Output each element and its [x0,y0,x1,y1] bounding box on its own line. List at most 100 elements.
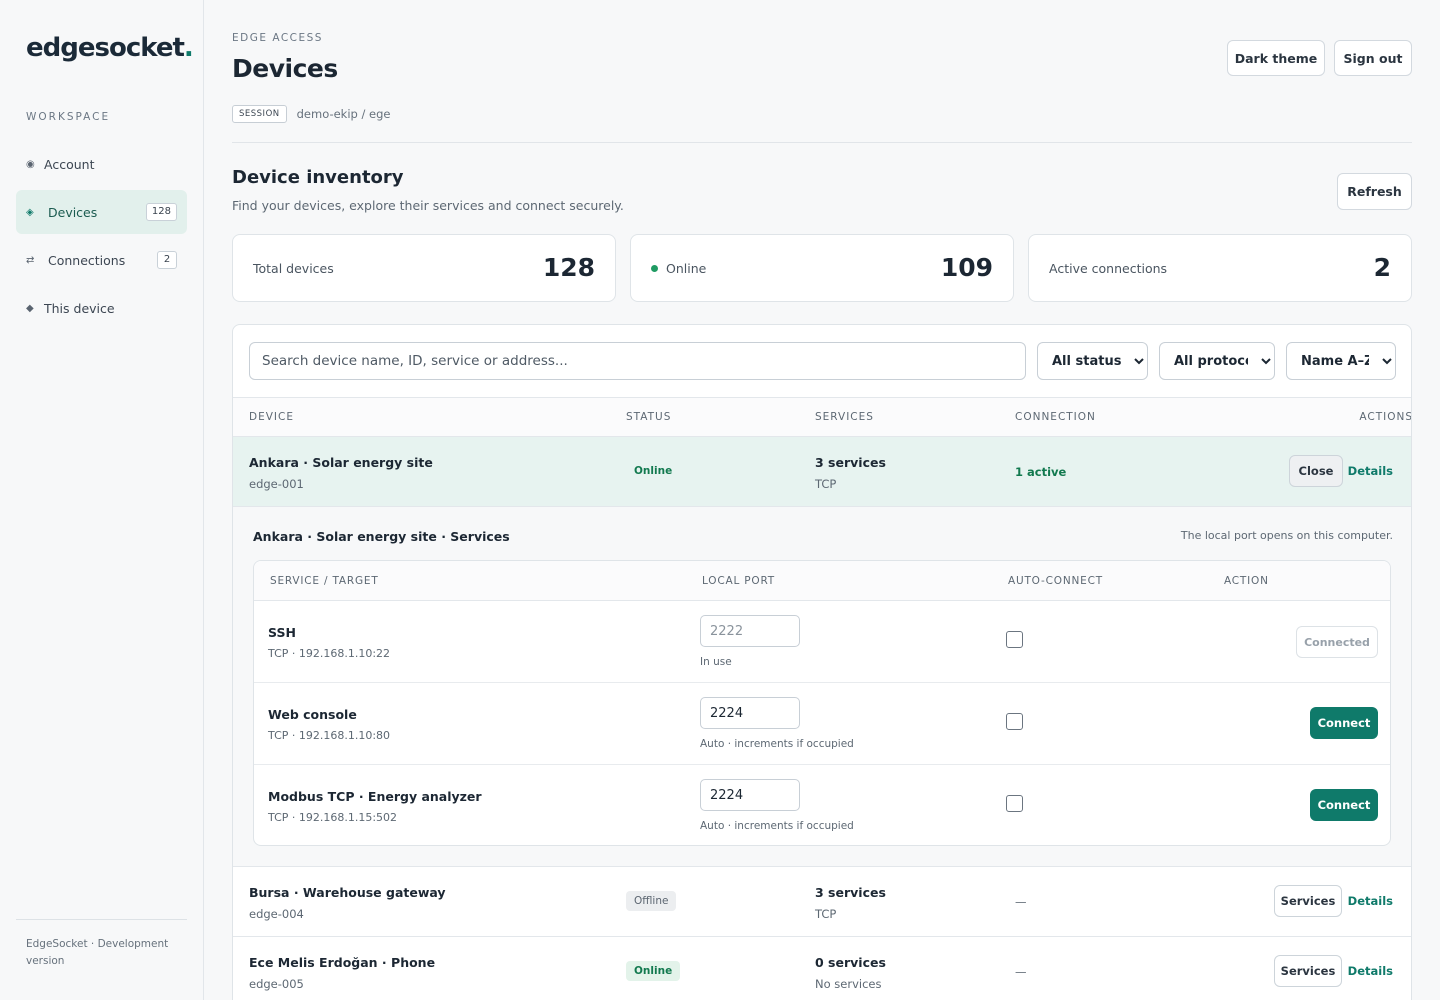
device-id: edge-001 [249,477,304,491]
port-hint: Auto · increments if occupied [700,820,854,832]
stat-label: Active connections [1049,261,1168,276]
sidebar-item-account[interactable]: ◉ Account [16,142,187,186]
detail-title: Ankara · Solar energy site · Services [253,529,510,544]
details-link[interactable]: Details [1348,964,1393,978]
col-connection: CONNECTION [1015,411,1096,423]
local-port-input[interactable] [700,615,800,647]
col-actions: ACTIONS [1359,411,1412,423]
col-services: SERVICES [815,411,874,423]
service-protocol: TCP [815,477,837,491]
refresh-button[interactable]: Refresh [1337,173,1412,210]
devices-count-badge: 128 [145,203,177,221]
session-value: demo-ekip / ege [296,107,391,121]
status-filter-select[interactable]: All statuses [1037,342,1148,380]
service-count: 0 services [815,955,886,970]
device-table-panel: All statuses All protocols Name A–Z DEVI… [232,324,1412,1000]
page-title: Devices [232,54,338,83]
stat-label: Total devices [253,261,334,276]
service-name: Modbus TCP · Energy analyzer [268,789,482,804]
session-tag: SESSION [232,105,287,123]
local-port-input[interactable] [700,697,800,729]
sign-out-button[interactable]: Sign out [1334,40,1412,76]
device-id: edge-005 [249,977,304,991]
this-device-icon: ◆ [26,302,34,314]
main-content: EDGE ACCESS Devices SESSION demo-ekip / … [232,0,1412,1000]
workspace-label: WORKSPACE [26,111,111,123]
online-dot-icon [651,265,658,272]
port-hint: In use [700,656,732,668]
table-header: DEVICE STATUS SERVICES CONNECTION ACTION… [233,397,1412,437]
connection-status: 1 active [1015,465,1067,479]
page-eyebrow: EDGE ACCESS [232,32,323,44]
local-port-input[interactable] [700,779,800,811]
service-row: Web console TCP · 192.168.1.10:80 Auto ·… [254,683,1390,765]
sidebar-item-label: Connections [48,252,126,268]
service-name: Web console [268,707,357,722]
service-count: 3 services [815,455,886,470]
service-protocol: No services [815,977,882,991]
services-button[interactable]: Services [1274,955,1342,987]
search-input[interactable] [249,342,1026,380]
auto-connect-checkbox[interactable] [1006,713,1023,730]
connect-button[interactable]: Connect [1310,789,1378,821]
service-protocol: TCP [815,907,837,921]
sidebar-footer: EdgeSocket · Development version [16,919,187,970]
services-detail-panel: Ankara · Solar energy site · Services Th… [233,507,1411,867]
col-service-target: SERVICE / TARGET [270,575,379,587]
connected-button[interactable]: Connected [1296,626,1378,658]
stat-active-connections: Active connections 2 [1028,234,1412,302]
sidebar-item-devices[interactable]: ◈ Devices 128 [16,190,187,234]
detail-note: The local port opens on this computer. [1180,529,1393,542]
services-table: SERVICE / TARGET LOCAL PORT AUTO-CONNECT… [253,560,1391,846]
service-target: TCP · 192.168.1.10:80 [268,729,391,742]
col-auto-connect: AUTO-CONNECT [1008,575,1103,587]
table-row[interactable]: Ece Melis Erdoğan · Phone edge-005 Onlin… [233,937,1411,1000]
auto-connect-checkbox[interactable] [1006,631,1023,648]
table-row[interactable]: Bursa · Warehouse gateway edge-004 Offli… [233,867,1411,937]
device-name: Bursa · Warehouse gateway [249,885,446,900]
service-row: Modbus TCP · Energy analyzer TCP · 192.1… [254,765,1390,845]
col-action: ACTION [1224,575,1269,587]
status-badge: Online [634,465,673,477]
session-info: SESSION demo-ekip / ege [232,105,390,123]
services-table-header: SERVICE / TARGET LOCAL PORT AUTO-CONNECT… [254,561,1390,601]
account-icon: ◉ [26,158,35,170]
service-target: TCP · 192.168.1.15:502 [268,811,398,824]
auto-connect-checkbox[interactable] [1006,795,1023,812]
service-name: SSH [268,625,296,640]
service-count: 3 services [815,885,886,900]
sort-select[interactable]: Name A–Z [1286,342,1396,380]
service-target: TCP · 192.168.1.10:22 [268,647,391,660]
services-button[interactable]: Services [1274,885,1342,917]
stat-value: 2 [1373,253,1391,282]
table-row[interactable]: Ankara · Solar energy site edge-001 Onli… [233,437,1411,507]
port-hint: Auto · increments if occupied [700,738,854,750]
details-link[interactable]: Details [1348,894,1393,908]
service-row: SSH TCP · 192.168.1.10:22 In use Connect… [254,601,1390,683]
device-name: Ankara · Solar energy site [249,455,433,470]
connection-status: — [1015,895,1027,909]
connect-button[interactable]: Connect [1310,707,1378,739]
dark-theme-button[interactable]: Dark theme [1227,40,1325,76]
inventory-subtitle: Find your devices, explore their service… [232,198,624,213]
protocol-filter-select[interactable]: All protocols [1159,342,1275,380]
device-name: Ece Melis Erdoğan · Phone [249,955,436,970]
devices-icon: ◈ [26,206,34,218]
sidebar-item-this-device[interactable]: ◆ This device [16,286,187,330]
close-button[interactable]: Close [1289,455,1343,487]
stat-label: Online [651,261,706,276]
sidebar-item-connections[interactable]: ⇄ Connections 2 [16,238,187,282]
col-local-port: LOCAL PORT [702,575,775,587]
stat-online: Online 109 [630,234,1014,302]
connection-status: — [1015,965,1027,979]
device-id: edge-004 [249,907,304,921]
header-divider [232,142,1412,143]
status-badge: Offline [626,891,677,911]
stat-total-devices: Total devices 128 [232,234,616,302]
col-status: STATUS [626,411,672,423]
details-link[interactable]: Details [1348,464,1393,478]
sidebar-nav: ◉ Account ◈ Devices 128 ⇄ Connections 2 … [16,142,187,334]
sidebar-item-label: Devices [48,204,98,220]
sidebar-item-label: This device [44,300,115,316]
status-badge: Online [626,961,681,981]
